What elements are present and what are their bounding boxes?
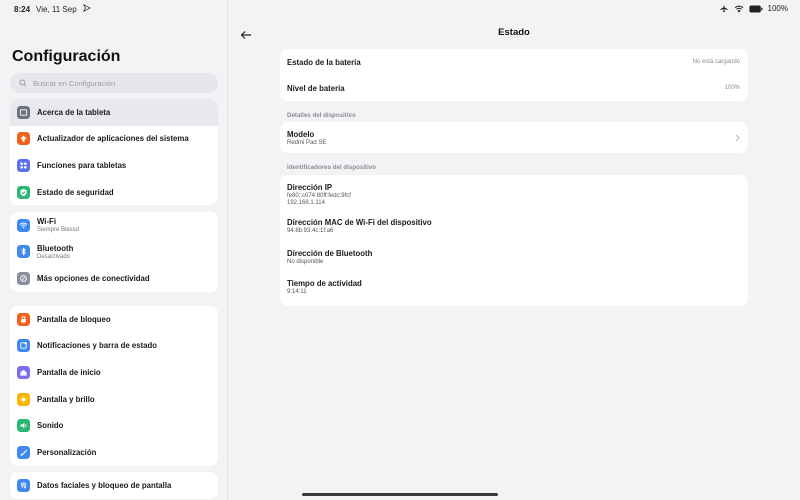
- sidebar-item-label: Actualizador de aplicaciones del sistema: [37, 134, 189, 144]
- battery-icon: [748, 5, 763, 13]
- sidebar-item-about-tablet[interactable]: Acerca de la tableta: [10, 99, 218, 126]
- sidebar-item-label: Acerca de la tableta: [37, 107, 111, 117]
- home-icon: [17, 365, 30, 379]
- notification-icon: [17, 339, 30, 353]
- sun-icon: [17, 392, 30, 406]
- lock-icon: [17, 312, 30, 326]
- sidebar-item-label: Pantalla de inicio: [37, 367, 101, 377]
- battery-state-row[interactable]: Estado de la batería No está cargando: [280, 49, 748, 75]
- battery-state-label: Estado de la batería: [287, 57, 361, 67]
- model-row[interactable]: Modelo Redmi Pad SE: [280, 122, 748, 153]
- section-header-device-details: Detalles del dispositivo: [287, 112, 356, 119]
- uptime-value: 9:14:11: [287, 289, 307, 295]
- uptime-label: Tiempo de actividad: [287, 279, 362, 288]
- brush-icon: [17, 445, 30, 459]
- uptime-row[interactable]: Tiempo de actividad 9:14:11: [280, 272, 748, 302]
- fingerprint-icon: [17, 478, 30, 492]
- ip-address-ipv4: 192.168.1.114: [287, 199, 325, 206]
- sidebar-item-lock-screen[interactable]: Pantalla de bloqueo: [10, 306, 218, 333]
- sidebar-item-personalization[interactable]: Personalización: [10, 439, 218, 466]
- battery-level-label: Nivel de batería: [287, 83, 345, 93]
- sidebar-item-label: Datos faciales y bloqueo de pantalla: [37, 480, 172, 490]
- search-placeholder: Buscar en Configuración: [33, 78, 116, 88]
- sidebar-item-label: Funciones para tabletas: [37, 160, 127, 170]
- model-value: Redmi Pad SE: [287, 139, 327, 146]
- battery-level-row[interactable]: Nivel de batería 100%: [280, 75, 748, 101]
- sidebar-item-wifi[interactable]: Wi-Fi Siempre Blessd: [10, 212, 218, 239]
- sidebar-item-label: Estado de seguridad: [37, 187, 114, 197]
- mac-address-row[interactable]: Dirección MAC de Wi-Fi del dispositivo 9…: [280, 211, 748, 241]
- wifi-network-name: Siempre Blessd: [37, 227, 80, 234]
- tablet-icon: [17, 105, 30, 119]
- wifi-icon: [734, 5, 744, 13]
- device-details-card: Modelo Redmi Pad SE: [280, 122, 748, 153]
- bluetooth-address-label: Dirección de Bluetooth: [287, 248, 373, 258]
- sidebar-item-label: Wi-Fi: [37, 217, 56, 227]
- bluetooth-icon: [17, 245, 30, 259]
- bluetooth-address-value: No disponible: [287, 258, 324, 265]
- wifi-icon: [17, 218, 30, 232]
- sidebar-item-label: Personalización: [37, 447, 97, 457]
- device-identifiers-card: Dirección IP fe80::c074:80ff:fedc:9fcf 1…: [280, 175, 748, 306]
- grid-icon: [17, 158, 30, 172]
- settings-group-personal: Pantalla de bloqueo Notificaciones y bar…: [10, 306, 218, 466]
- sidebar-item-label: Sonido: [37, 421, 64, 431]
- sidebar-item-more-connectivity[interactable]: Más opciones de conectividad: [10, 265, 218, 292]
- sidebar-item-system-app-updater[interactable]: Actualizador de aplicaciones del sistema: [10, 126, 218, 153]
- sidebar-item-label: Pantalla y brillo: [37, 394, 95, 404]
- battery-percent: 100%: [767, 4, 788, 13]
- page-title: Configuración: [12, 48, 121, 65]
- bluetooth-address-row[interactable]: Dirección de Bluetooth No disponible: [280, 241, 748, 272]
- update-arrow-icon: [17, 132, 30, 146]
- sidebar-item-label: Notificaciones y barra de estado: [37, 341, 158, 351]
- settings-group-security: Datos faciales y bloqueo de pantalla: [10, 472, 218, 499]
- settings-group-device: Acerca de la tableta Actualizador de apl…: [10, 99, 218, 206]
- page-title-status: Estado: [498, 27, 530, 38]
- ip-address-ipv6: fe80::c074:80ff:fedc:9fcf: [287, 192, 351, 199]
- bluetooth-status: Desactivado: [37, 253, 71, 260]
- mac-address-value: 94:8b:93:4c:1f:a6: [287, 228, 334, 234]
- link-icon: [17, 271, 30, 285]
- volume-icon: [17, 419, 30, 433]
- sidebar-item-bluetooth[interactable]: Bluetooth Desactivado: [10, 239, 218, 266]
- settings-sidebar: Configuración Buscar en Configuración Ac…: [0, 0, 228, 500]
- chevron-right-icon: [735, 129, 740, 147]
- sidebar-item-home-screen[interactable]: Pantalla de inicio: [10, 359, 218, 386]
- sidebar-item-tablet-features[interactable]: Funciones para tabletas: [10, 152, 218, 179]
- home-indicator[interactable]: [302, 493, 498, 496]
- battery-state-value: No está cargando: [692, 59, 740, 65]
- airplane-icon: [719, 4, 729, 13]
- battery-level-value: 100%: [724, 85, 740, 91]
- section-header-device-identifiers: Identificadores del dispositivo: [287, 164, 377, 171]
- mac-address-label: Dirección MAC de Wi-Fi del dispositivo: [287, 218, 432, 227]
- search-icon: [19, 74, 27, 92]
- sidebar-item-label: Bluetooth: [37, 243, 74, 253]
- settings-group-connectivity: Wi-Fi Siempre Blessd Bluetooth Desactiva…: [10, 212, 218, 292]
- ip-address-label: Dirección IP: [287, 182, 333, 192]
- sidebar-item-sound[interactable]: Sonido: [10, 412, 218, 439]
- battery-card: Estado de la batería No está cargando Ni…: [280, 49, 748, 101]
- ip-address-row[interactable]: Dirección IP fe80::c074:80ff:fedc:9fcf 1…: [280, 175, 748, 211]
- sidebar-item-display-brightness[interactable]: Pantalla y brillo: [10, 386, 218, 413]
- shield-check-icon: [17, 185, 30, 199]
- sidebar-item-notifications[interactable]: Notificaciones y barra de estado: [10, 333, 218, 360]
- sidebar-item-label: Más opciones de conectividad: [37, 273, 150, 283]
- sidebar-item-security-status[interactable]: Estado de seguridad: [10, 179, 218, 206]
- sidebar-item-face-data[interactable]: Datos faciales y bloqueo de pantalla: [10, 472, 218, 499]
- model-label: Modelo: [287, 129, 315, 139]
- sidebar-item-label: Pantalla de bloqueo: [37, 314, 111, 324]
- search-input[interactable]: Buscar en Configuración: [10, 73, 218, 93]
